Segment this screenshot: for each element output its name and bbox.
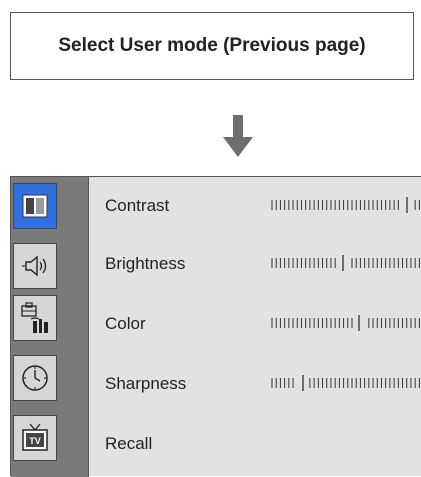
tab-sound[interactable] bbox=[13, 243, 57, 289]
caption-text: Select User mode (Previous page) bbox=[58, 35, 366, 56]
menu-item-color[interactable]: Color bbox=[89, 295, 421, 353]
menu-item-label: Brightness bbox=[105, 254, 186, 273]
tv-icon: TV bbox=[22, 423, 48, 451]
toolbox-icon bbox=[21, 302, 48, 333]
menu-item-brightness[interactable]: Brightness bbox=[89, 235, 421, 293]
tab-setup[interactable] bbox=[13, 295, 57, 341]
osd-menu: TV Contrast Brightness Color Sharpness R… bbox=[10, 176, 421, 477]
menu-item-contrast[interactable]: Contrast bbox=[89, 177, 421, 235]
menu-item-sharpness[interactable]: Sharpness bbox=[89, 355, 421, 413]
menu-item-label: Color bbox=[105, 314, 146, 333]
brightness-slider[interactable] bbox=[271, 252, 421, 274]
tv-icon-text: TV bbox=[29, 436, 41, 446]
menu-item-label: Recall bbox=[105, 434, 153, 453]
clock-icon bbox=[22, 365, 48, 391]
caption-box: Select User mode (Previous page) bbox=[10, 12, 414, 80]
speaker-icon bbox=[22, 255, 47, 277]
menu-item-label: Sharpness bbox=[105, 374, 187, 393]
color-slider[interactable] bbox=[271, 312, 421, 334]
arrow-down-icon bbox=[223, 115, 253, 157]
tab-picture[interactable] bbox=[13, 183, 57, 229]
osd-sidebar: TV bbox=[11, 177, 89, 477]
tab-time[interactable] bbox=[13, 355, 57, 401]
contrast-slider[interactable] bbox=[271, 194, 421, 216]
sharpness-slider[interactable] bbox=[271, 372, 421, 394]
picture-icon bbox=[22, 194, 48, 218]
menu-item-recall[interactable]: Recall bbox=[89, 415, 421, 473]
tab-tv[interactable]: TV bbox=[13, 415, 57, 461]
menu-item-label: Contrast bbox=[105, 196, 170, 215]
